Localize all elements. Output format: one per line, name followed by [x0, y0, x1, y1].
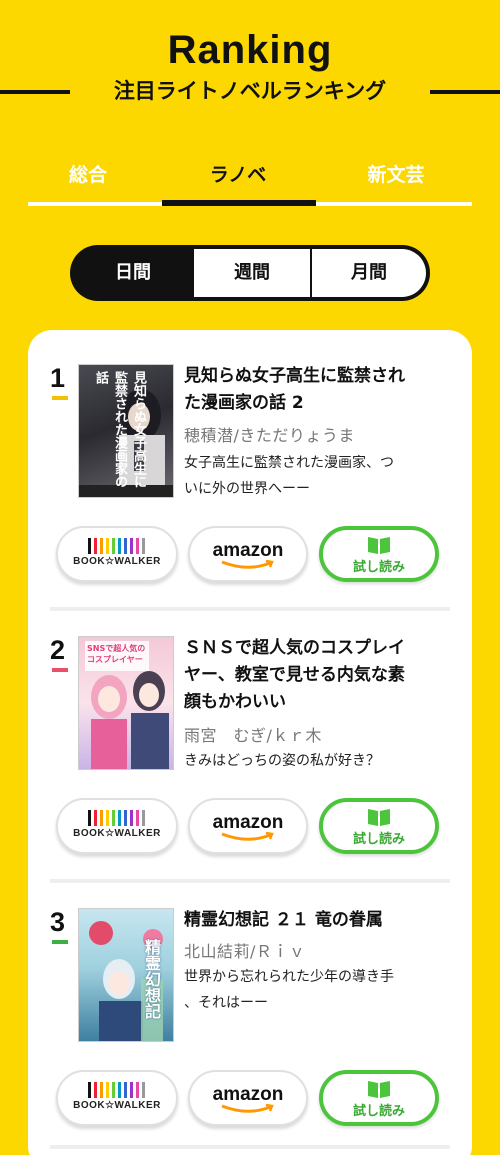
amazon-button[interactable]: amazon — [188, 1070, 308, 1126]
period-switch: 日間 週間 月間 — [70, 245, 430, 301]
book-tagline: 世界から忘れられた少年の導き手 、それはーー — [184, 964, 454, 1016]
rank-marker — [52, 668, 68, 672]
book-title-line: 顔もかわいい — [184, 692, 286, 712]
bookwalker-logo-icon — [88, 1082, 146, 1098]
bookwalker-label: BOOK☆WALKER — [73, 1100, 161, 1111]
subtitle-rule-right — [430, 90, 500, 94]
amazon-smile-icon — [221, 1104, 274, 1113]
bookwalker-label: BOOK☆WALKER — [73, 828, 161, 839]
rank-number: 3 — [50, 907, 66, 937]
book-title-line: ヤー、教室で見せる内気な素 — [184, 665, 405, 685]
book-cover[interactable]: 見知らぬ女子高生に監禁された漫画家の話 — [78, 364, 174, 498]
book-cover[interactable]: SNSで超人気のコスプレイヤー — [78, 636, 174, 770]
rank-number: 1 — [50, 363, 66, 393]
tagline-line: いに外の世界へーー — [184, 481, 310, 497]
rank-number: 2 — [50, 635, 66, 665]
cover-title: 精霊幻想記 — [142, 939, 161, 1019]
period-monthly[interactable]: 月間 — [312, 249, 426, 297]
tagline-line: 、それはーー — [184, 995, 268, 1011]
ranking-item: 2 SNSで超人気のコスプレイヤー ＳＮＳで超人気のコスプレイ ヤー、教室で見せ… — [28, 602, 472, 872]
bookwalker-label: BOOK☆WALKER — [73, 556, 161, 567]
page-subtitle: 注目ライトノベルランキング — [113, 79, 387, 103]
tagline-line: 世界から忘れられた少年の導き手 — [184, 969, 394, 985]
amazon-label: amazon — [212, 812, 284, 833]
trial-read-button[interactable]: 試し読み — [319, 798, 439, 854]
trial-read-button[interactable]: 試し読み — [319, 1070, 439, 1126]
trial-read-label: 試し読み — [352, 1104, 405, 1119]
bookwalker-button[interactable]: BOOK☆WALKER — [56, 1070, 178, 1126]
ranking-item: 3 精霊幻想記 精霊幻想記 ２１ 竜の眷属 北山結莉/Ｒｉｖ 世界から忘れられた… — [28, 874, 472, 1144]
ranking-list: 1 見知らぬ女子高生に監禁された漫画家の話 見知らぬ女子高生に監禁され た漫画家… — [28, 330, 472, 1155]
amazon-label: amazon — [212, 540, 284, 561]
category-tabs: 総合 ラノベ 新文芸 — [28, 150, 472, 208]
book-title-line: 見知らぬ女子高生に監禁され — [184, 366, 405, 386]
trial-read-label: 試し読み — [352, 560, 405, 575]
bookwalker-logo-icon — [88, 538, 146, 554]
book-cover[interactable]: 精霊幻想記 — [78, 908, 174, 1042]
tagline-line: きみはどっちの姿の私が好き？ — [184, 753, 380, 769]
rank-marker — [52, 940, 68, 944]
tagline-line: 女子高生に監禁された漫画家、つ — [184, 455, 394, 471]
period-daily[interactable]: 日間 — [74, 249, 192, 297]
cover-title: SNSで超人気のコスプレイヤー — [87, 644, 146, 664]
tab-active-indicator — [162, 200, 316, 206]
book-title-line: 精霊幻想記 ２１ 竜の眷属 — [184, 910, 383, 930]
tab-general[interactable]: 総合 — [28, 160, 148, 187]
period-weekly[interactable]: 週間 — [194, 249, 310, 297]
book-title[interactable]: ＳＮＳで超人気のコスプレイ ヤー、教室で見せる内気な素 顔もかわいい — [184, 635, 456, 716]
subtitle-rule-left — [0, 90, 70, 94]
amazon-smile-icon — [221, 560, 274, 569]
book-tagline: 女子高生に監禁された漫画家、つ いに外の世界へーー — [184, 450, 454, 502]
header: Ranking 注目ライトノベルランキング — [0, 0, 500, 120]
book-title[interactable]: 見知らぬ女子高生に監禁され た漫画家の話 2 — [184, 363, 456, 417]
tab-light-novel[interactable]: ラノベ — [178, 160, 298, 187]
amazon-smile-icon — [221, 832, 274, 841]
amazon-label: amazon — [212, 1084, 284, 1105]
cover-title: 見知らぬ女子高生に監禁された漫画家の話 — [93, 371, 146, 488]
trial-read-label: 試し読み — [352, 832, 405, 847]
book-title-line: た漫画家の話 2 — [184, 393, 304, 413]
bookwalker-button[interactable]: BOOK☆WALKER — [56, 798, 178, 854]
book-author: 穂積潜/きただりょうま — [184, 426, 355, 445]
ranking-item: 1 見知らぬ女子高生に監禁された漫画家の話 見知らぬ女子高生に監禁され た漫画家… — [28, 330, 472, 600]
subtitle-row: 注目ライトノベルランキング — [0, 76, 500, 106]
rank-marker — [52, 396, 68, 400]
amazon-button[interactable]: amazon — [188, 798, 308, 854]
bookwalker-logo-icon — [88, 810, 146, 826]
page-title: Ranking — [167, 28, 333, 72]
book-title-line: ＳＮＳで超人気のコスプレイ — [184, 638, 405, 658]
tab-new-literature[interactable]: 新文芸 — [336, 160, 456, 187]
book-icon — [368, 1081, 390, 1098]
book-tagline: きみはどっちの姿の私が好き？ — [184, 748, 454, 774]
trial-read-button[interactable]: 試し読み — [319, 526, 439, 582]
book-author: 雨宮 むぎ/ｋｒ木 — [184, 726, 322, 745]
book-icon — [368, 809, 390, 826]
item-divider — [50, 1145, 450, 1149]
amazon-button[interactable]: amazon — [188, 526, 308, 582]
bookwalker-button[interactable]: BOOK☆WALKER — [56, 526, 178, 582]
book-icon — [368, 537, 390, 554]
book-title[interactable]: 精霊幻想記 ２１ 竜の眷属 — [184, 907, 456, 934]
book-author: 北山結莉/Ｒｉｖ — [184, 942, 306, 961]
